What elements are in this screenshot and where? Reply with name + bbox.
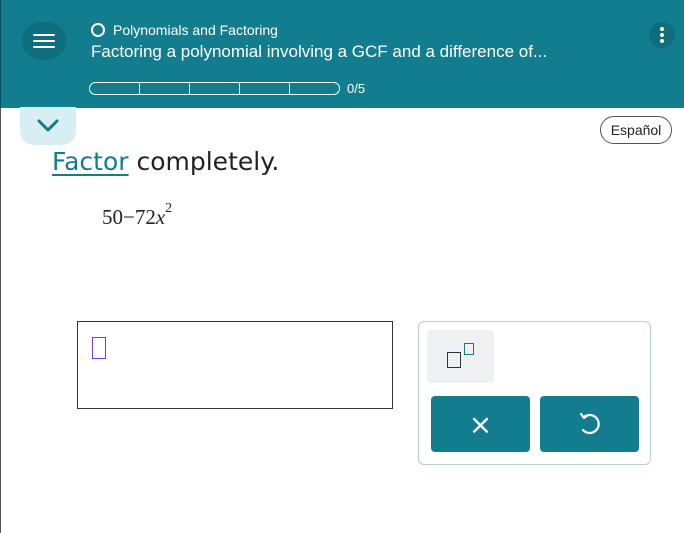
factor-definition-link[interactable]: Factor: [52, 147, 129, 176]
language-toggle-button[interactable]: Español: [600, 116, 672, 144]
progress-segment: [90, 83, 140, 94]
topic-row: Polynomials and Factoring: [91, 22, 278, 38]
header-bar: Polynomials and Factoring Factoring a po…: [0, 0, 684, 108]
superscript-icon: [447, 352, 461, 368]
kebab-menu-icon-dot: [660, 39, 664, 43]
menu-button[interactable]: [22, 22, 66, 60]
question-instruction: Factor completely.: [52, 147, 279, 176]
kebab-menu-icon-dot: [660, 33, 664, 37]
superscript-button[interactable]: [427, 330, 494, 383]
progress-segment: [290, 83, 339, 94]
answer-cursor-placeholder: [92, 337, 106, 359]
superscript-icon-exponent: [464, 343, 474, 355]
collapse-header-button[interactable]: [20, 107, 76, 145]
chevron-down-icon: [37, 119, 59, 132]
menu-icon-line: [33, 40, 55, 42]
expression-operator: −: [123, 205, 135, 229]
math-tool-panel: ×: [418, 321, 651, 465]
undo-button[interactable]: [540, 396, 639, 452]
progress-segment: [190, 83, 240, 94]
kebab-menu-icon-dot: [660, 27, 664, 31]
lesson-title: Factoring a polynomial involving a GCF a…: [91, 42, 548, 61]
progress-text: 0/5: [347, 81, 366, 96]
expression-variable: x: [155, 205, 166, 229]
expression-constant: 50: [102, 205, 123, 229]
instruction-text: completely.: [128, 147, 280, 176]
topic-circle-icon: [91, 23, 105, 37]
progress-bar: [89, 82, 340, 95]
progress-segment: [240, 83, 290, 94]
undo-icon: [579, 412, 600, 435]
menu-icon-line: [33, 46, 55, 48]
math-expression: 50−72x2: [102, 201, 172, 230]
topic-title: Polynomials and Factoring: [113, 22, 278, 38]
expression-coefficient: 72: [134, 205, 156, 229]
menu-icon-line: [33, 34, 55, 36]
clear-button[interactable]: ×: [431, 396, 530, 452]
answer-input[interactable]: [77, 321, 393, 409]
progress-segment: [140, 83, 190, 94]
kebab-menu-button[interactable]: [649, 22, 675, 48]
left-border: [0, 108, 1, 533]
expression-exponent: 2: [165, 201, 173, 216]
